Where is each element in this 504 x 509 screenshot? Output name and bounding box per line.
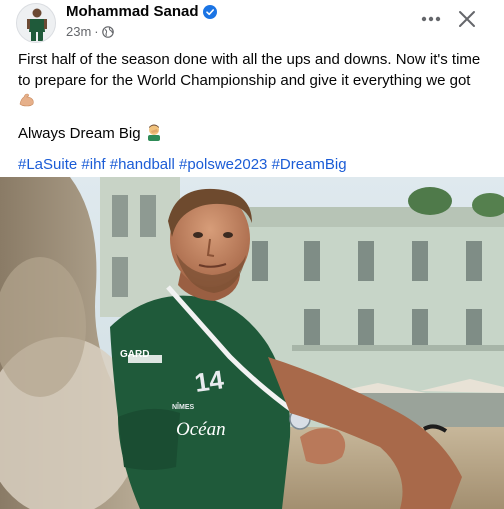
post-text-line2: Always Dream Big bbox=[18, 125, 141, 142]
facebook-post: Mohammad Sanad 23m · First half of the s… bbox=[0, 0, 504, 509]
jersey-number-text: 14 bbox=[193, 364, 226, 398]
hashtag-lasuite[interactable]: #LaSuite bbox=[18, 156, 77, 173]
post-timestamp[interactable]: 23m bbox=[66, 24, 91, 40]
hashtag-ihf[interactable]: #ihf bbox=[81, 156, 105, 173]
post-paragraph-1: First half of the season done with all t… bbox=[18, 49, 494, 115]
post-header: Mohammad Sanad 23m · bbox=[0, 0, 504, 44]
verified-badge-icon bbox=[202, 5, 217, 19]
post-text: First half of the season done with all t… bbox=[18, 49, 494, 175]
flexed-biceps-icon bbox=[18, 91, 36, 115]
post-paragraph-2: Always Dream Big bbox=[18, 123, 494, 147]
hashtag-polswe2023[interactable]: #polswe2023 bbox=[179, 156, 267, 173]
close-button[interactable] bbox=[452, 4, 482, 34]
close-icon bbox=[459, 11, 475, 27]
author-name[interactable]: Mohammad Sanad bbox=[66, 3, 199, 21]
post-meta: 23m · bbox=[66, 24, 114, 40]
globe-icon bbox=[101, 26, 114, 38]
more-options-button[interactable] bbox=[416, 4, 446, 34]
jersey-sponsor-text: GARD bbox=[120, 349, 149, 360]
post-text-line1: First half of the season done with all t… bbox=[18, 51, 481, 89]
more-horizontal-icon bbox=[421, 16, 441, 22]
author-avatar[interactable] bbox=[16, 3, 56, 43]
jersey-city-text: NÎMES bbox=[172, 402, 195, 411]
meta-separator: · bbox=[94, 24, 99, 39]
hashtag-handball[interactable]: #handball bbox=[110, 156, 175, 173]
post-photo[interactable]: GARD 14 NÎMES Océan bbox=[0, 177, 504, 509]
jersey-ocean-text: Océan bbox=[176, 419, 226, 440]
hashtag-list: #LaSuite #ihf #handball #polswe2023 #Dre… bbox=[18, 154, 494, 175]
author-name-row: Mohammad Sanad bbox=[66, 3, 217, 21]
man-facepalming-icon bbox=[145, 123, 163, 147]
hashtag-dreambig[interactable]: #DreamBig bbox=[272, 156, 347, 173]
